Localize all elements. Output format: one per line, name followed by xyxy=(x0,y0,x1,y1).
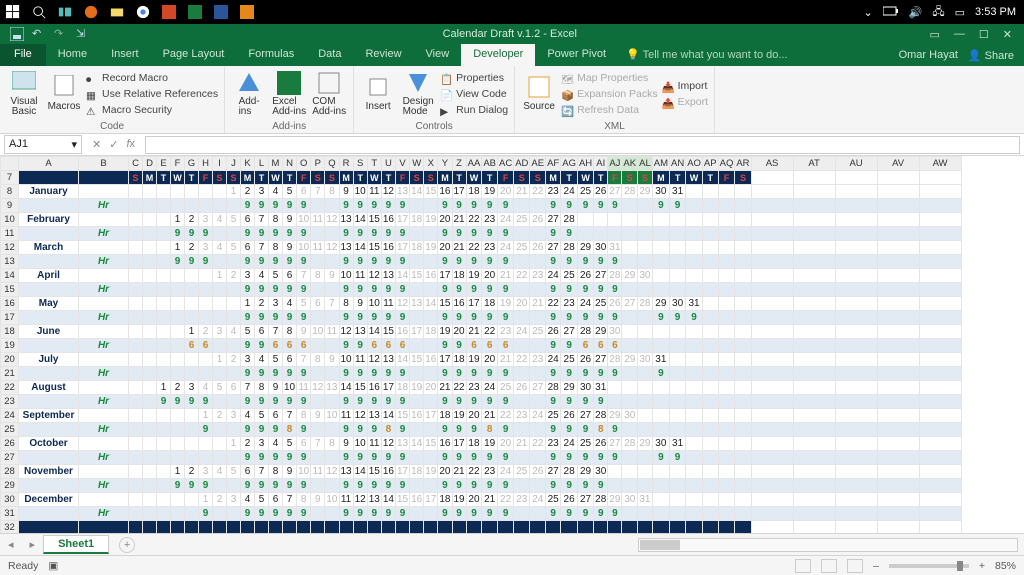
status-bar: Ready ▣ – + 85% xyxy=(0,555,1024,575)
touch-icon[interactable]: ⇲ xyxy=(76,27,90,41)
file-tab[interactable]: File xyxy=(0,44,46,66)
formula-bar: AJ1▾ ✕ ✓ fx xyxy=(0,134,1024,156)
tab-page-layout[interactable]: Page Layout xyxy=(151,44,237,66)
zoom-in-button[interactable]: + xyxy=(979,560,985,572)
excel-titlebar: ↶ ↷ ⇲ Calendar Draft v.1.2 - Excel ▭ — ☐… xyxy=(0,24,1024,44)
tray-chevron-icon[interactable]: ⌄ xyxy=(863,6,872,19)
action-center-icon[interactable]: ▭ xyxy=(955,6,965,19)
normal-view-button[interactable] xyxy=(795,559,811,573)
volume-icon[interactable]: 🔊 xyxy=(909,6,923,19)
spreadsheet[interactable]: ABCDEFGHIJKLMNOPQRSTUVWXYZAAABACADAEAFAG… xyxy=(0,156,1024,533)
window-title: Calendar Draft v.1.2 - Excel xyxy=(443,28,577,40)
properties-button[interactable]: 📋Properties xyxy=(440,70,508,86)
status-ready: Ready xyxy=(8,560,38,572)
tab-nav-left[interactable]: ◂ xyxy=(0,538,22,551)
zoom-out-button[interactable]: – xyxy=(873,560,879,572)
ribbon-tabs: File HomeInsertPage LayoutFormulasDataRe… xyxy=(0,44,1024,66)
word-icon[interactable] xyxy=(214,5,228,19)
zoom-slider[interactable] xyxy=(889,564,969,568)
xml-source-button[interactable]: Source xyxy=(521,75,557,112)
relative-refs-button[interactable]: ▦Use Relative References xyxy=(86,86,218,102)
tab-insert[interactable]: Insert xyxy=(99,44,151,66)
close-icon[interactable]: ✕ xyxy=(1003,28,1012,41)
share-button[interactable]: 👤 Share xyxy=(968,49,1014,62)
com-addins-button[interactable]: COM Add-ins xyxy=(311,71,347,117)
sheet-tab-bar: ◂ ▸ Sheet1 + xyxy=(0,533,1024,555)
start-icon[interactable] xyxy=(6,5,20,19)
macro-rec-icon[interactable]: ▣ xyxy=(48,560,58,572)
excel-addins-button[interactable]: Excel Add-ins xyxy=(271,71,307,117)
powerpoint-icon[interactable] xyxy=(162,5,176,19)
taskview-icon[interactable] xyxy=(58,5,72,19)
insert-control-button[interactable]: Insert xyxy=(360,75,396,112)
tab-view[interactable]: View xyxy=(414,44,462,66)
tab-home[interactable]: Home xyxy=(46,44,99,66)
map-props-button: 🗺Map Properties xyxy=(561,70,658,86)
redo-icon[interactable]: ↷ xyxy=(54,27,68,41)
view-code-button[interactable]: 📄View Code xyxy=(440,86,508,102)
battery-icon[interactable] xyxy=(883,6,899,19)
fx-icon[interactable]: fx xyxy=(126,138,135,151)
refresh-data-button: 🔄Refresh Data xyxy=(561,102,658,118)
tab-developer[interactable]: Developer xyxy=(461,44,535,66)
firefox-icon[interactable] xyxy=(84,5,98,19)
horizontal-scrollbar[interactable] xyxy=(638,538,1018,552)
tell-me[interactable]: 💡 Tell me what you want to do... xyxy=(618,44,795,66)
addins-button[interactable]: Add- ins xyxy=(231,71,267,117)
user-name[interactable]: Omar Hayat xyxy=(899,49,958,61)
tab-formulas[interactable]: Formulas xyxy=(236,44,306,66)
macros-button[interactable]: Macros xyxy=(46,75,82,112)
undo-icon[interactable]: ↶ xyxy=(32,27,46,41)
search-icon[interactable] xyxy=(32,5,46,19)
xml-export-button: 📤Export xyxy=(662,94,708,110)
page-break-view-button[interactable] xyxy=(847,559,863,573)
chrome-icon[interactable] xyxy=(136,5,150,19)
maximize-icon[interactable]: ☐ xyxy=(979,28,989,41)
new-sheet-button[interactable]: + xyxy=(119,537,135,553)
run-dialog-button[interactable]: ▶Run Dialog xyxy=(440,102,508,118)
enter-fx-icon: ✓ xyxy=(109,138,118,151)
page-layout-view-button[interactable] xyxy=(821,559,837,573)
tab-nav-right[interactable]: ▸ xyxy=(22,538,44,551)
xml-import-button[interactable]: 📥Import xyxy=(662,78,708,94)
visual-basic-button[interactable]: Visual Basic xyxy=(6,71,42,117)
tab-power-pivot[interactable]: Power Pivot xyxy=(535,44,618,66)
expansion-packs-button: 📦Expansion Packs xyxy=(561,86,658,102)
design-mode-button[interactable]: Design Mode xyxy=(400,71,436,117)
name-box[interactable]: AJ1▾ xyxy=(4,135,82,154)
sheet-tab[interactable]: Sheet1 xyxy=(43,535,109,554)
tab-review[interactable]: Review xyxy=(353,44,413,66)
clock[interactable]: 3:53 PM xyxy=(975,6,1016,18)
network-icon[interactable]: 🖧 xyxy=(932,3,944,22)
zoom-level[interactable]: 85% xyxy=(995,560,1016,572)
ribbon-body: Visual Basic Macros ⏺Record Macro ▦Use R… xyxy=(0,66,1024,134)
record-macro-button[interactable]: ⏺Record Macro xyxy=(86,70,218,86)
explorer-icon[interactable] xyxy=(110,5,124,19)
cancel-fx-icon: ✕ xyxy=(92,138,101,151)
ribbon-display-icon[interactable]: ▭ xyxy=(929,28,939,41)
media-icon[interactable] xyxy=(240,5,254,19)
windows-taskbar: ⌄ 🔊 🖧 ▭ 3:53 PM xyxy=(0,0,1024,24)
minimize-icon[interactable]: — xyxy=(954,28,965,41)
macro-security-button[interactable]: ⚠Macro Security xyxy=(86,102,218,118)
excel-icon[interactable] xyxy=(188,5,202,19)
formula-input[interactable] xyxy=(145,136,1020,154)
tab-data[interactable]: Data xyxy=(306,44,353,66)
save-icon[interactable] xyxy=(10,27,24,41)
